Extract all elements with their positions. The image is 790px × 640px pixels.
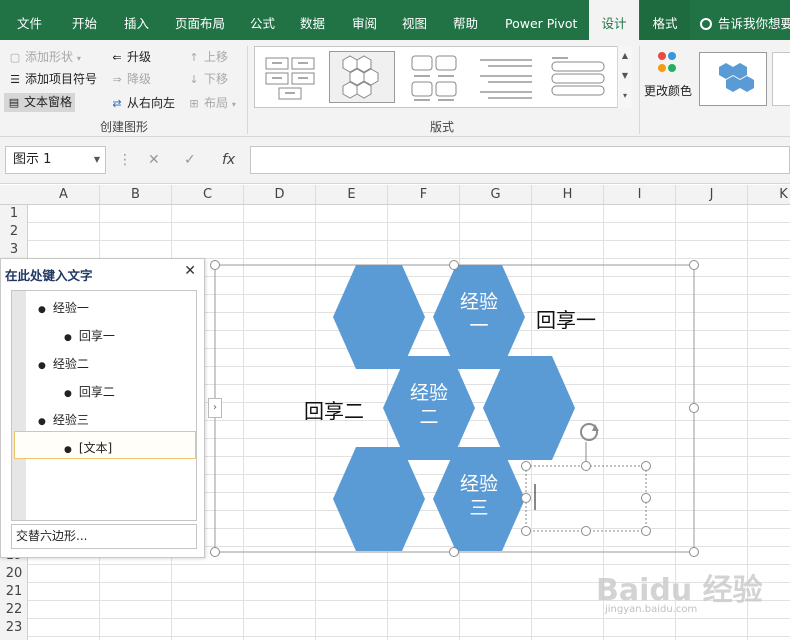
close-icon[interactable]: ✕ [184, 263, 196, 279]
text-box-handles[interactable] [521, 461, 651, 536]
list-item[interactable]: ● 经验一 [38, 299, 89, 316]
list-item[interactable]: ● 经验三 [38, 411, 89, 428]
resize-handle[interactable] [449, 260, 459, 270]
hexagon-label-2[interactable]: 经验 二 [384, 381, 474, 429]
resize-handle[interactable] [689, 260, 699, 270]
resize-handle[interactable] [641, 526, 651, 536]
side-label-2[interactable]: 回享二 [304, 395, 364, 424]
bullet-icon: ● [64, 445, 72, 455]
resize-handle[interactable] [581, 461, 591, 471]
bullet-icon: ● [38, 417, 46, 427]
hexagon-label-3[interactable]: 经验 三 [434, 472, 524, 520]
list-item[interactable]: ● 回享一 [64, 327, 115, 344]
text-pane: 在此处键入文字 ✕ ● 经验一 ● 回享一 ● 经验二 ● 回享二 ● 经验三 ● [文本]… [0, 258, 205, 558]
bullet-icon: ● [64, 389, 72, 399]
rotate-handle-icon[interactable] [580, 423, 599, 441]
resize-handle[interactable] [641, 461, 651, 471]
bullet-icon: ● [38, 305, 46, 315]
text-pane-toggle-icon[interactable]: › [208, 398, 222, 418]
text-pane-title: 在此处键入文字 [5, 268, 93, 283]
hexagon-shape[interactable] [333, 265, 425, 369]
list-item-text: 经验一 [52, 301, 89, 315]
text-box-selection [525, 465, 647, 532]
resize-handle[interactable] [689, 547, 699, 557]
bullet-icon: ● [38, 361, 46, 371]
resize-handle[interactable] [449, 547, 459, 557]
resize-handle[interactable] [521, 461, 531, 471]
hexagon-shape[interactable] [333, 447, 425, 551]
resize-handle[interactable] [210, 547, 220, 557]
list-item-text: [文本] [78, 441, 113, 455]
list-item-text: 经验二 [52, 357, 89, 371]
list-item-text: 回享二 [78, 385, 115, 399]
list-item-text: 经验三 [52, 413, 89, 427]
resize-handle[interactable] [210, 260, 220, 270]
hexagon-label-text: 经验 二 [409, 382, 448, 428]
list-item-text: 回享一 [78, 329, 115, 343]
layout-name-link[interactable]: 交替六边形... [11, 524, 197, 549]
hexagon-label-text: 经验 一 [459, 291, 498, 337]
text-pane-gutter [12, 291, 26, 520]
resize-handle[interactable] [521, 526, 531, 536]
list-item[interactable]: ● 回享二 [64, 383, 115, 400]
watermark-url: jingyan.baidu.com [605, 604, 698, 615]
side-label-1[interactable]: 回享一 [536, 304, 596, 333]
hexagon-label-1[interactable]: 经验 一 [434, 290, 524, 338]
bullet-icon: ● [64, 333, 72, 343]
list-item[interactable]: ● 经验二 [38, 355, 89, 372]
hexagon-shape[interactable] [483, 356, 575, 460]
text-pane-list[interactable]: ● 经验一 ● 回享一 ● 经验二 ● 回享二 ● 经验三 ● [文本] [11, 290, 197, 521]
resize-handle[interactable] [641, 493, 651, 503]
resize-handle[interactable] [581, 526, 591, 536]
watermark-logo: Baidu 经验 [596, 573, 763, 608]
resize-handle[interactable] [689, 403, 699, 413]
hexagon-label-text: 经验 三 [459, 473, 498, 519]
list-item[interactable]: ● [文本] [64, 439, 112, 456]
